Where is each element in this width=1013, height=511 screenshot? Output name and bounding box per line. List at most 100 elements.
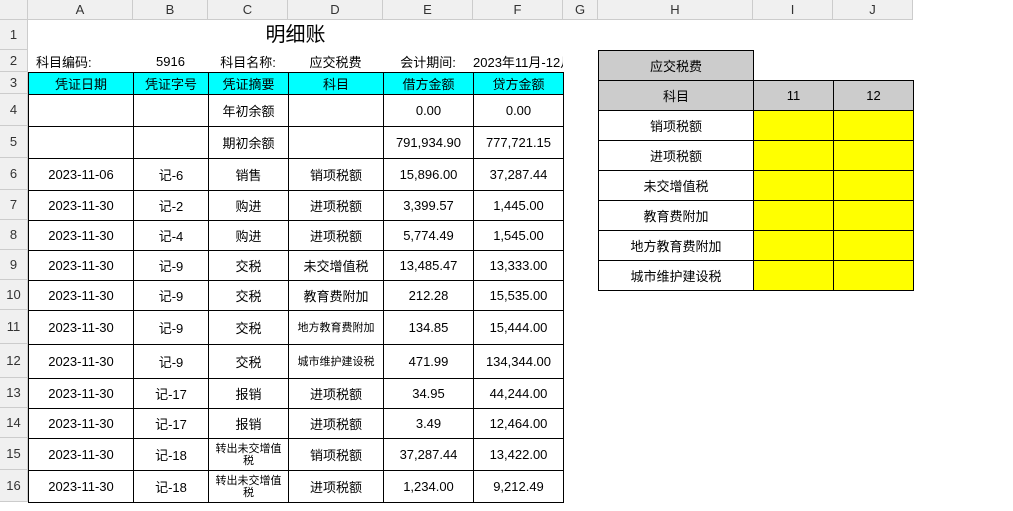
cell-subject[interactable]: 进项税额 (289, 471, 384, 503)
summary-value-cell[interactable] (834, 201, 914, 231)
cell-date[interactable]: 2023-11-30 (29, 221, 134, 251)
cell-subject[interactable]: 城市维护建设税 (289, 345, 384, 379)
cell-date[interactable]: 2023-11-30 (29, 251, 134, 281)
cell-date[interactable]: 2023-11-30 (29, 439, 134, 471)
cell-summary[interactable]: 报销 (209, 379, 289, 409)
row-header-12[interactable]: 12 (0, 344, 28, 378)
column-header-A[interactable]: A (28, 0, 133, 20)
row-header-10[interactable]: 10 (0, 280, 28, 310)
column-header-C[interactable]: C (208, 0, 288, 20)
cell-voucher[interactable]: 记-18 (134, 471, 209, 503)
cell-voucher[interactable]: 记-6 (134, 159, 209, 191)
row-header-7[interactable]: 7 (0, 190, 28, 220)
cell-voucher[interactable] (134, 95, 209, 127)
cell-summary[interactable]: 期初余额 (209, 127, 289, 159)
ledger-header-cell[interactable]: 科目 (289, 73, 384, 95)
summary-value-cell[interactable] (834, 171, 914, 201)
row-header-8[interactable]: 8 (0, 220, 28, 250)
cell-date[interactable]: 2023-11-30 (29, 471, 134, 503)
cell-summary[interactable]: 购进 (209, 191, 289, 221)
row-header-11[interactable]: 11 (0, 310, 28, 344)
row-header-16[interactable]: 16 (0, 470, 28, 502)
cell-summary[interactable]: 销售 (209, 159, 289, 191)
column-header-E[interactable]: E (383, 0, 473, 20)
summary-value-cell[interactable] (754, 201, 834, 231)
cell-subject[interactable]: 进项税额 (289, 221, 384, 251)
cell-voucher[interactable]: 记-9 (134, 251, 209, 281)
summary-value-cell[interactable] (754, 261, 834, 291)
column-header-D[interactable]: D (288, 0, 383, 20)
cell-summary[interactable]: 交税 (209, 251, 289, 281)
cell-credit[interactable]: 1,445.00 (474, 191, 564, 221)
cell-credit[interactable]: 1,545.00 (474, 221, 564, 251)
summary-value-cell[interactable] (754, 231, 834, 261)
cell-date[interactable]: 2023-11-30 (29, 311, 134, 345)
cell-date[interactable]: 2023-11-30 (29, 379, 134, 409)
ledger-header-cell[interactable]: 借方金额 (384, 73, 474, 95)
cell-summary[interactable]: 转出未交增值税 (209, 471, 289, 503)
cell-date[interactable]: 2023-11-30 (29, 345, 134, 379)
cell-debit[interactable]: 34.95 (384, 379, 474, 409)
summary-value-cell[interactable] (754, 111, 834, 141)
column-header-I[interactable]: I (753, 0, 833, 20)
summary-subject-cell[interactable]: 未交增值税 (599, 171, 754, 201)
row-header-6[interactable]: 6 (0, 158, 28, 190)
cell-summary[interactable]: 交税 (209, 311, 289, 345)
summary-value-cell[interactable] (754, 141, 834, 171)
row-header-15[interactable]: 15 (0, 438, 28, 470)
cell-voucher[interactable]: 记-17 (134, 409, 209, 439)
summary-value-cell[interactable] (834, 231, 914, 261)
cell-date[interactable]: 2023-11-30 (29, 409, 134, 439)
cell-voucher[interactable]: 记-2 (134, 191, 209, 221)
cell-debit[interactable]: 134.85 (384, 311, 474, 345)
cell-credit[interactable]: 12,464.00 (474, 409, 564, 439)
cell-credit[interactable]: 37,287.44 (474, 159, 564, 191)
cell-voucher[interactable]: 记-9 (134, 311, 209, 345)
cell-voucher[interactable]: 记-9 (134, 281, 209, 311)
column-header-F[interactable]: F (473, 0, 563, 20)
cell-credit[interactable]: 44,244.00 (474, 379, 564, 409)
row-header-2[interactable]: 2 (0, 50, 28, 72)
cell-summary[interactable]: 交税 (209, 345, 289, 379)
cell-date[interactable]: 2023-11-30 (29, 191, 134, 221)
summary-value-cell[interactable] (834, 261, 914, 291)
cell-voucher[interactable]: 记-17 (134, 379, 209, 409)
cell-voucher[interactable]: 记-9 (134, 345, 209, 379)
cell-credit[interactable]: 15,535.00 (474, 281, 564, 311)
summary-subject-cell[interactable]: 销项税额 (599, 111, 754, 141)
summary-value-cell[interactable] (834, 141, 914, 171)
cell-credit[interactable]: 15,444.00 (474, 311, 564, 345)
cell-subject[interactable] (289, 127, 384, 159)
cell-debit[interactable]: 3.49 (384, 409, 474, 439)
cell-credit[interactable]: 9,212.49 (474, 471, 564, 503)
ledger-header-cell[interactable]: 凭证摘要 (209, 73, 289, 95)
cell-summary[interactable]: 交税 (209, 281, 289, 311)
cell-subject[interactable]: 进项税额 (289, 191, 384, 221)
cell-credit[interactable]: 13,333.00 (474, 251, 564, 281)
ledger-header-cell[interactable]: 凭证日期 (29, 73, 134, 95)
cell-subject[interactable] (289, 95, 384, 127)
row-header-9[interactable]: 9 (0, 250, 28, 280)
row-header-5[interactable]: 5 (0, 126, 28, 158)
cell-date[interactable] (29, 95, 134, 127)
column-header-B[interactable]: B (133, 0, 208, 20)
cell-date[interactable]: 2023-11-30 (29, 281, 134, 311)
cell-debit[interactable]: 212.28 (384, 281, 474, 311)
row-header-13[interactable]: 13 (0, 378, 28, 408)
cell-debit[interactable]: 1,234.00 (384, 471, 474, 503)
cell-credit[interactable]: 134,344.00 (474, 345, 564, 379)
cell-subject[interactable]: 进项税额 (289, 409, 384, 439)
cell-date[interactable] (29, 127, 134, 159)
cell-summary[interactable]: 报销 (209, 409, 289, 439)
cell-subject[interactable]: 销项税额 (289, 159, 384, 191)
summary-subject-cell[interactable]: 城市维护建设税 (599, 261, 754, 291)
row-header-3[interactable]: 3 (0, 72, 28, 94)
ledger-header-cell[interactable]: 凭证字号 (134, 73, 209, 95)
column-header-G[interactable]: G (563, 0, 598, 20)
cell-debit[interactable]: 5,774.49 (384, 221, 474, 251)
cell-summary[interactable]: 年初余额 (209, 95, 289, 127)
row-header-1[interactable]: 1 (0, 20, 28, 50)
cell-debit[interactable]: 471.99 (384, 345, 474, 379)
cell-voucher[interactable]: 记-4 (134, 221, 209, 251)
cell-subject[interactable]: 地方教育费附加 (289, 311, 384, 345)
